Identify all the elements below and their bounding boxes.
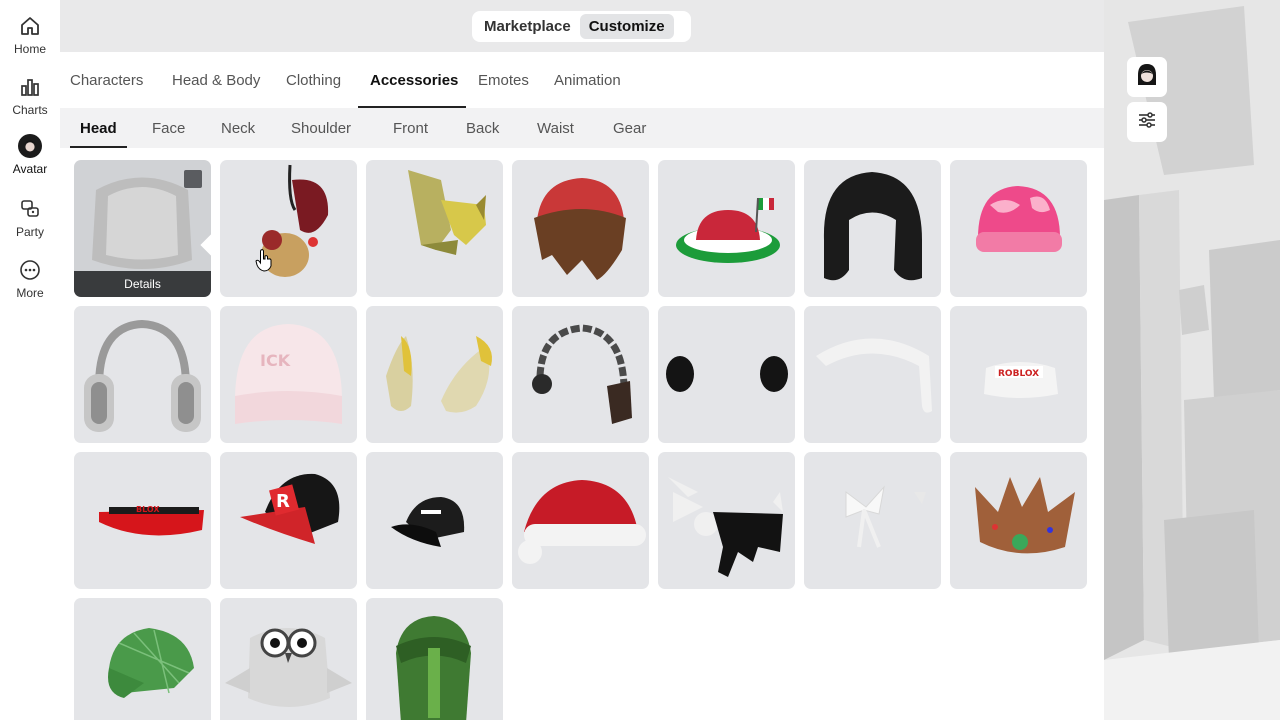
headphones-item[interactable] — [74, 306, 211, 443]
editor-panel: Characters Head & Body Clothing Accessor… — [60, 52, 1104, 720]
tab-emotes[interactable]: Emotes — [478, 52, 529, 108]
white-bows-item[interactable] — [804, 452, 941, 589]
tab-characters[interactable]: Characters — [70, 52, 143, 108]
details-button[interactable]: Details — [74, 271, 211, 297]
subtab-waist[interactable]: Waist — [537, 108, 574, 148]
nav-home[interactable]: Home — [0, 14, 60, 70]
marketplace-option[interactable]: Marketplace — [475, 14, 580, 39]
marketplace-customize-toggle: Marketplace Customize — [472, 11, 691, 42]
black-cap-item[interactable] — [366, 452, 503, 589]
category-tabs: Characters Head & Body Clothing Accessor… — [60, 52, 1104, 108]
avatar-icon — [18, 134, 42, 158]
red-visor-item[interactable]: BLOX — [74, 452, 211, 589]
tab-head-body[interactable]: Head & Body — [172, 52, 260, 108]
top-bar: Marketplace Customize — [60, 0, 1104, 52]
nav-charts-label: Charts — [12, 103, 48, 117]
avatar-headshot-icon — [1133, 61, 1161, 94]
red-bow-doll-item[interactable] — [220, 160, 357, 297]
svg-text:ROBLOX: ROBLOX — [998, 369, 1039, 379]
green-hood-item[interactable] — [366, 598, 503, 720]
black-earmuffs-item[interactable] — [658, 306, 795, 443]
sliders-icon — [1136, 109, 1158, 136]
hood-item[interactable]: Details — [74, 160, 211, 297]
nav-home-label: Home — [13, 42, 46, 56]
brown-hair-red-beanie-item[interactable] — [512, 160, 649, 297]
nav-avatar[interactable]: Avatar — [0, 134, 60, 190]
black-wing-item[interactable] — [658, 452, 795, 589]
subtab-face[interactable]: Face — [152, 108, 185, 148]
cursor-hand-icon — [254, 248, 274, 272]
subtab-back[interactable]: Back — [466, 108, 499, 148]
subtab-shoulder[interactable]: Shoulder — [291, 108, 351, 148]
subtab-gear[interactable]: Gear — [613, 108, 646, 148]
filter-settings-button[interactable] — [1127, 102, 1167, 142]
svg-text:BLOX: BLOX — [136, 505, 160, 514]
charts-icon — [18, 75, 42, 99]
nav-charts[interactable]: Charts — [0, 75, 60, 131]
accessory-subtabs: Head Face Neck Shoulder Front Back Waist… — [60, 108, 1104, 148]
roblox-visor-white-item[interactable]: ROBLOX — [950, 306, 1087, 443]
tab-clothing[interactable]: Clothing — [286, 52, 341, 108]
svg-text:ICK: ICK — [260, 351, 291, 370]
home-icon — [18, 14, 42, 38]
customize-option[interactable]: Customize — [579, 14, 674, 39]
subtab-neck[interactable]: Neck — [221, 108, 255, 148]
santa-hat-item[interactable] — [512, 452, 649, 589]
party-icon — [18, 197, 42, 221]
more-icon — [18, 258, 42, 282]
nav-party[interactable]: Party — [0, 197, 60, 253]
yellow-horns-item[interactable] — [366, 306, 503, 443]
white-headband-item[interactable] — [804, 306, 941, 443]
subtab-head[interactable]: Head — [70, 108, 127, 148]
tab-animation[interactable]: Animation — [554, 52, 621, 108]
svg-text:R: R — [276, 491, 290, 512]
mexico-flag-hat-item[interactable] — [658, 160, 795, 297]
avatar-headshot-button[interactable] — [1127, 57, 1167, 97]
nav-party-label: Party — [15, 225, 44, 239]
avatar-preview[interactable] — [1104, 0, 1280, 720]
subtab-front[interactable]: Front — [393, 108, 428, 148]
black-hair-item[interactable] — [804, 160, 941, 297]
nav-more[interactable]: More — [0, 258, 60, 314]
tab-accessories[interactable]: Accessories — [357, 52, 467, 108]
roblox-cap-item[interactable]: R — [220, 452, 357, 589]
nav-avatar-label: Avatar — [12, 162, 48, 176]
white-knit-beanie-item[interactable]: ICK — [220, 306, 357, 443]
chain-headband-item[interactable] — [512, 306, 649, 443]
nav-more-label: More — [16, 286, 44, 300]
yellow-horn-item[interactable] — [366, 160, 503, 297]
pink-beanie-item[interactable] — [950, 160, 1087, 297]
owl-hat-item[interactable] — [220, 598, 357, 720]
selected-check-icon — [184, 170, 211, 256]
green-plaid-cap-item[interactable] — [74, 598, 211, 720]
left-nav: Home Charts Avatar Party More — [0, 0, 60, 720]
gingerbread-crown-item[interactable] — [950, 452, 1087, 589]
